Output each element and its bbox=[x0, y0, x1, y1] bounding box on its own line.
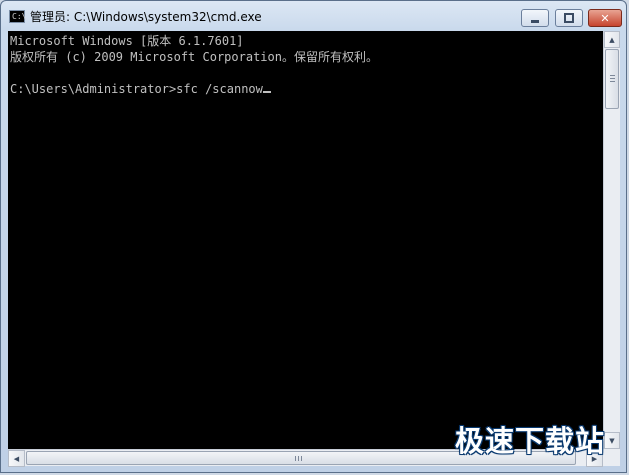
command-prompt-line[interactable]: C:\Users\Administrator>sfc /scannow bbox=[10, 82, 271, 96]
grip-line bbox=[298, 456, 299, 461]
title-bar[interactable]: C:\ 管理员: C:\Windows\system32\cmd.exe ✕ bbox=[1, 1, 628, 31]
grip-line bbox=[610, 75, 615, 76]
console-line-version: Microsoft Windows [版本 6.1.7601] bbox=[10, 34, 244, 48]
console-output[interactable]: Microsoft Windows [版本 6.1.7601] 版权所有 (c)… bbox=[8, 31, 603, 449]
scroll-down-button[interactable]: ▼ bbox=[604, 432, 620, 449]
maximize-button[interactable] bbox=[555, 9, 583, 27]
grip-line bbox=[610, 78, 615, 79]
cmd-app-icon[interactable]: C:\ bbox=[9, 10, 27, 23]
arrow-down-icon: ▼ bbox=[609, 436, 615, 445]
grip-line bbox=[610, 81, 615, 82]
vertical-scroll-thumb[interactable] bbox=[605, 49, 619, 109]
minimize-button[interactable] bbox=[521, 9, 549, 27]
prompt-command-text: C:\Users\Administrator>sfc /scannow bbox=[10, 82, 263, 96]
site-watermark: 极速下载站 bbox=[455, 424, 606, 458]
maximize-icon bbox=[564, 13, 574, 23]
vertical-scrollbar[interactable]: ▲ ▼ bbox=[603, 31, 620, 449]
scroll-up-button[interactable]: ▲ bbox=[604, 31, 620, 48]
cmd-window: C:\ 管理员: C:\Windows\system32\cmd.exe ✕ M… bbox=[0, 0, 627, 473]
arrow-up-icon: ▲ bbox=[609, 35, 615, 44]
app-icon-label: C:\ bbox=[12, 12, 27, 21]
close-icon: ✕ bbox=[600, 11, 610, 25]
scrollbar-corner bbox=[603, 449, 620, 466]
scroll-left-button[interactable]: ◀ bbox=[8, 450, 25, 467]
arrow-left-icon: ◀ bbox=[13, 454, 20, 463]
window-title: 管理员: C:\Windows\system32\cmd.exe bbox=[30, 10, 262, 24]
close-button[interactable]: ✕ bbox=[588, 9, 622, 27]
console-line-copyright: 版权所有 (c) 2009 Microsoft Corporation。保留所有… bbox=[10, 50, 378, 64]
minimize-icon bbox=[531, 19, 539, 23]
text-cursor bbox=[262, 91, 271, 93]
grip-line bbox=[295, 456, 296, 461]
grip-line bbox=[301, 456, 302, 461]
